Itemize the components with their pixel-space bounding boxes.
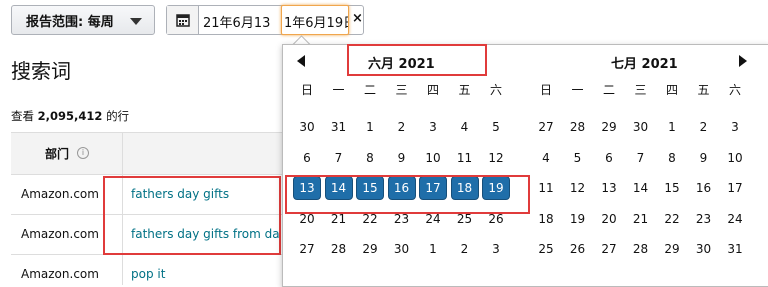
- calendar-day[interactable]: 14: [627, 176, 655, 200]
- calendar-day[interactable]: 1: [356, 115, 384, 139]
- calendar-day[interactable]: 19: [564, 207, 592, 231]
- table-cell-department: Amazon.com: [21, 187, 99, 201]
- calendar-day[interactable]: 31: [325, 115, 353, 139]
- chevron-down-icon: [130, 18, 142, 25]
- calendar-day[interactable]: 29: [658, 237, 686, 261]
- calendar-day[interactable]: 1: [658, 115, 686, 139]
- annotation-highlight-terms: [103, 176, 281, 255]
- calendar-day[interactable]: 28: [325, 237, 353, 261]
- calendar-day[interactable]: 2: [690, 115, 718, 139]
- calendar-day[interactable]: 12: [482, 146, 510, 170]
- row-count-prefix: 查看: [11, 109, 34, 123]
- calendar-day[interactable]: 26: [564, 237, 592, 261]
- calendar-day[interactable]: 15: [658, 176, 686, 200]
- weekday-label: 三: [634, 83, 647, 97]
- calendar-day[interactable]: 30: [388, 237, 416, 261]
- report-range-dropdown[interactable]: 报告范围: 每周: [11, 5, 155, 35]
- close-icon[interactable]: ×: [352, 11, 363, 26]
- calendar-day[interactable]: 21: [627, 207, 655, 231]
- annotation-highlight-month: [347, 44, 487, 76]
- calendar-day[interactable]: 30: [293, 115, 321, 139]
- table-cell-department: Amazon.com: [21, 227, 99, 241]
- column-header-department[interactable]: 部门: [45, 145, 69, 162]
- page-title: 搜索词: [11, 59, 71, 83]
- calendar-day[interactable]: 17: [721, 176, 749, 200]
- weekday-label: 一: [571, 83, 584, 97]
- calendar-day[interactable]: 29: [595, 115, 623, 139]
- calendar-day[interactable]: 24: [721, 207, 749, 231]
- weekday-label: 五: [458, 83, 471, 97]
- arrow-left-icon[interactable]: [297, 55, 305, 67]
- calendar-day[interactable]: 9: [388, 146, 416, 170]
- calendar-day[interactable]: 10: [721, 146, 749, 170]
- calendar-day[interactable]: 28: [564, 115, 592, 139]
- date-range-field[interactable]: 21年6月13 - 1年6月19日 ×: [166, 5, 364, 35]
- weekday-label: 四: [426, 83, 439, 97]
- table-cell-department: Amazon.com: [21, 267, 99, 281]
- calendar-day[interactable]: 5: [564, 146, 592, 170]
- calendar-day[interactable]: 1: [419, 237, 447, 261]
- calendar-day[interactable]: 12: [564, 176, 592, 200]
- calendar-day[interactable]: 7: [627, 146, 655, 170]
- calendar-day[interactable]: 29: [356, 237, 384, 261]
- calendar-day[interactable]: 28: [627, 237, 655, 261]
- calendar-day[interactable]: 10: [419, 146, 447, 170]
- calendar-day[interactable]: 11: [532, 176, 560, 200]
- calendar-day[interactable]: 18: [532, 207, 560, 231]
- calendar-day[interactable]: 11: [451, 146, 479, 170]
- right-month-title: 七月 2021: [611, 57, 678, 72]
- calendar-day[interactable]: 6: [595, 146, 623, 170]
- date-end-value: 1年6月19日: [284, 16, 349, 31]
- date-start-input[interactable]: 21年6月13: [203, 12, 285, 31]
- calendar-day[interactable]: 25: [532, 237, 560, 261]
- calendar-day[interactable]: 31: [721, 237, 749, 261]
- weekday-label: 二: [602, 83, 615, 97]
- search-term-link[interactable]: pop it: [131, 267, 165, 281]
- calendar-day[interactable]: 16: [690, 176, 718, 200]
- weekday-label: 五: [697, 83, 710, 97]
- row-count-value: 2,095,412: [37, 109, 103, 123]
- calendar-day[interactable]: 4: [532, 146, 560, 170]
- weekday-label: 六: [489, 83, 502, 97]
- weekday-label: 三: [395, 83, 408, 97]
- calendar-day[interactable]: 27: [532, 115, 560, 139]
- weekday-label: 日: [300, 83, 313, 97]
- calendar-day[interactable]: 13: [595, 176, 623, 200]
- calendar-day[interactable]: 5: [482, 115, 510, 139]
- weekday-label: 一: [332, 83, 345, 97]
- calendar-day[interactable]: 2: [451, 237, 479, 261]
- calendar-day[interactable]: 8: [658, 146, 686, 170]
- calendar-day[interactable]: 27: [293, 237, 321, 261]
- row-count: 查看 2,095,412 的行: [11, 108, 129, 124]
- weekday-label: 六: [728, 83, 741, 97]
- calendar-day[interactable]: 3: [721, 115, 749, 139]
- calendar-icon[interactable]: [167, 6, 199, 34]
- weekday-label: 二: [363, 83, 376, 97]
- report-range-label: 报告范围: 每周: [26, 14, 114, 30]
- calendar-day[interactable]: 22: [658, 207, 686, 231]
- calendar-day[interactable]: 27: [595, 237, 623, 261]
- date-end-input[interactable]: 1年6月19日: [281, 5, 349, 35]
- calendar-day[interactable]: 9: [690, 146, 718, 170]
- calendar-day[interactable]: 2: [388, 115, 416, 139]
- calendar-day[interactable]: 6: [293, 146, 321, 170]
- calendar-day[interactable]: 7: [325, 146, 353, 170]
- calendar-day[interactable]: 30: [627, 115, 655, 139]
- calendar-day[interactable]: 3: [419, 115, 447, 139]
- calendar-day[interactable]: 8: [356, 146, 384, 170]
- annotation-highlight-week: [285, 175, 530, 214]
- arrow-right-icon[interactable]: [739, 55, 747, 67]
- calendar-day[interactable]: 4: [451, 115, 479, 139]
- weekday-label: 日: [539, 83, 552, 97]
- calendar-day[interactable]: 20: [595, 207, 623, 231]
- row-count-suffix: 的行: [106, 109, 130, 123]
- calendar-day[interactable]: 23: [690, 207, 718, 231]
- info-icon[interactable]: i: [77, 147, 89, 159]
- weekday-label: 四: [665, 83, 678, 97]
- calendar-day[interactable]: 3: [482, 237, 510, 261]
- calendar-day[interactable]: 30: [690, 237, 718, 261]
